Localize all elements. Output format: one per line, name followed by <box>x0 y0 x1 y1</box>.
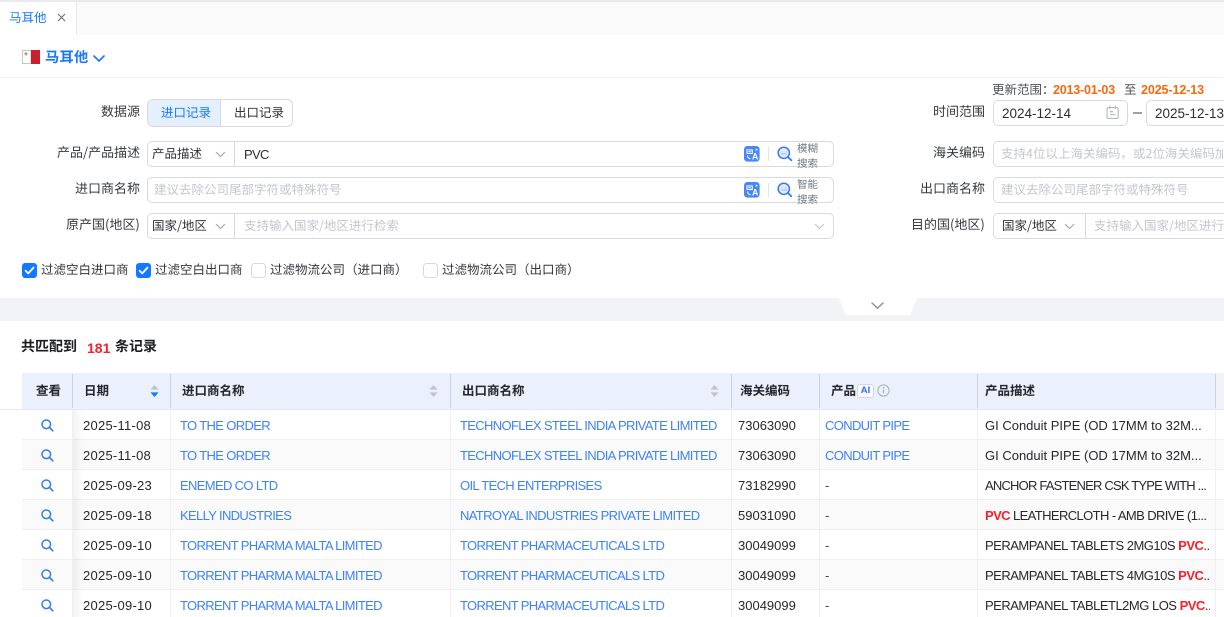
svg-text:A: A <box>752 187 759 197</box>
svg-text:A: A <box>752 151 759 161</box>
